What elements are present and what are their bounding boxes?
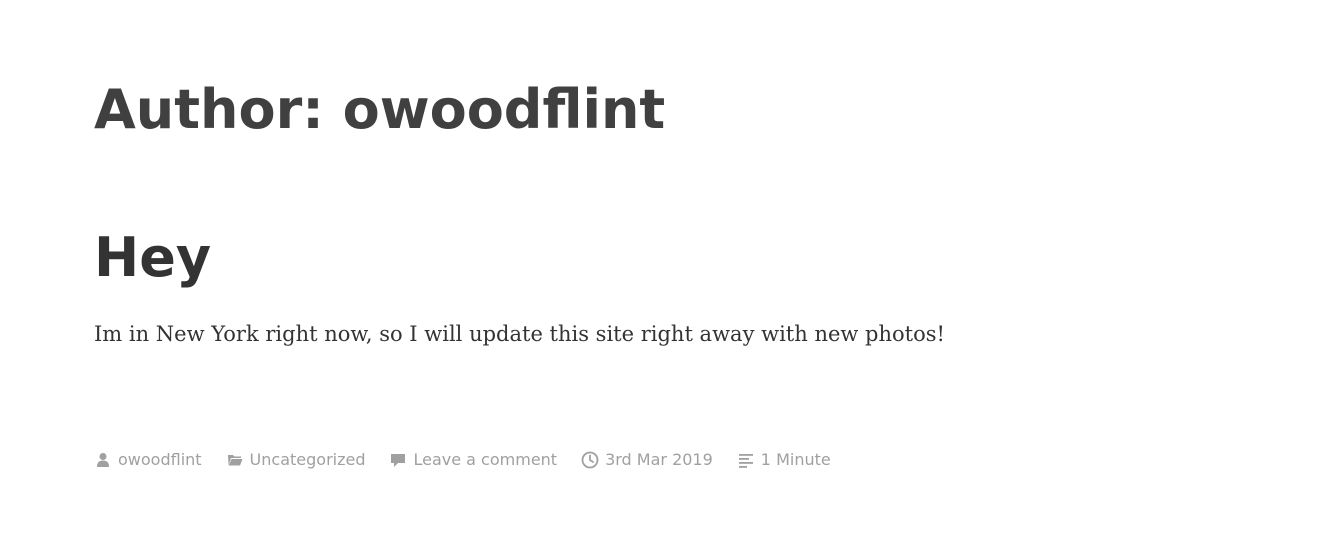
meta-comments: Leave a comment bbox=[389, 447, 557, 473]
leave-comment-link[interactable]: Leave a comment bbox=[413, 447, 557, 473]
entry-meta: owoodflint Uncategorized Leave a comment… bbox=[94, 447, 855, 473]
person-icon bbox=[94, 451, 112, 469]
folder-icon bbox=[226, 451, 244, 469]
meta-category: Uncategorized bbox=[226, 447, 366, 473]
reading-time-label: 1 Minute bbox=[760, 450, 831, 469]
date-link[interactable]: 3rd Mar 2019 bbox=[605, 447, 713, 473]
meta-date: 3rd Mar 2019 bbox=[581, 447, 713, 473]
author-link[interactable]: owoodflint bbox=[118, 447, 202, 473]
post-title-link[interactable]: Hey bbox=[94, 226, 211, 289]
clock-icon bbox=[581, 451, 599, 469]
archive-title: Author: owoodflint bbox=[94, 78, 666, 141]
lines-icon bbox=[737, 451, 755, 469]
meta-reading-time: 1 Minute bbox=[737, 447, 831, 473]
meta-author: owoodflint bbox=[94, 447, 202, 473]
comment-icon bbox=[389, 451, 407, 469]
post-title: Hey bbox=[94, 222, 211, 294]
category-link[interactable]: Uncategorized bbox=[250, 447, 366, 473]
post-content: Im in New York right now, so I will upda… bbox=[94, 322, 945, 346]
